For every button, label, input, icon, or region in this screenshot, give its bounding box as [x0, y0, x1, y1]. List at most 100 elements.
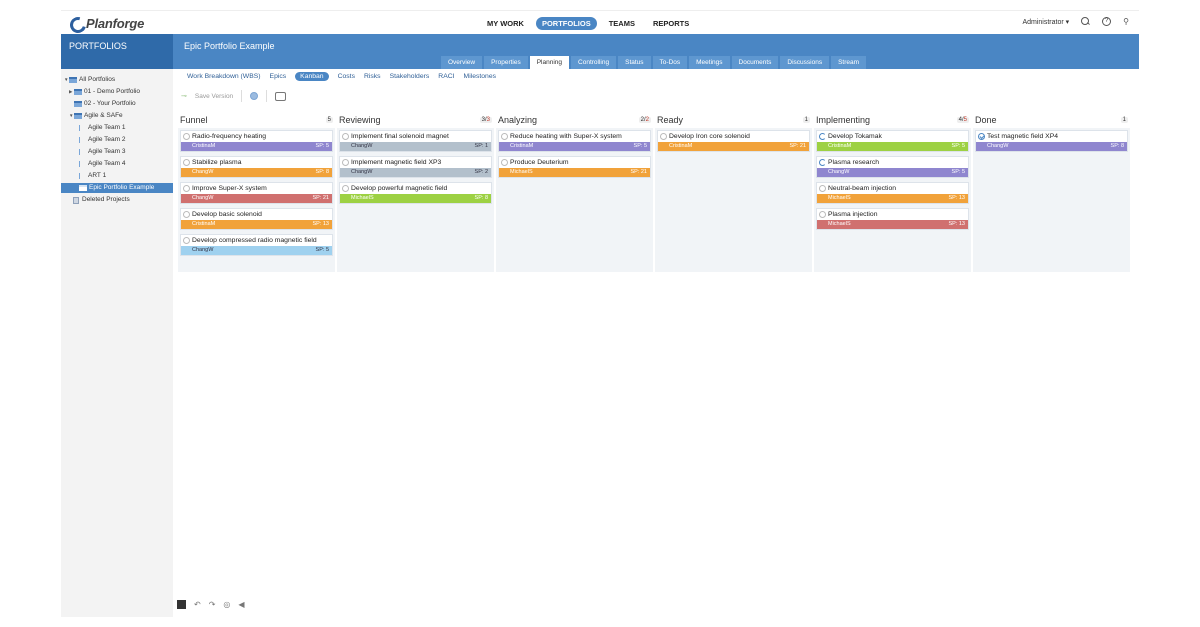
card-title: Implement magnetic field XP3	[351, 159, 442, 166]
story-points: SP: 8	[474, 195, 488, 201]
status-circle-icon[interactable]	[342, 185, 349, 192]
card-assignee: ChangW	[351, 143, 373, 149]
planning-subnav: Work Breakdown (WBS) Epics Kanban Costs …	[187, 72, 496, 81]
sidebar-item-epic-portfolio[interactable]: Epic Portfolio Example	[61, 183, 173, 193]
tab-overview[interactable]: Overview	[441, 56, 483, 69]
status-circle-icon[interactable]	[342, 159, 349, 166]
subnav-stakeholders[interactable]: Stakeholders	[390, 73, 430, 80]
tab-discussions[interactable]: Discussions	[780, 56, 830, 69]
tab-properties[interactable]: Properties	[484, 56, 528, 69]
nav-reports[interactable]: REPORTS	[647, 17, 695, 30]
sidebar-item-agile-team-3[interactable]: Agile Team 3	[79, 147, 125, 157]
sidebar-item-agile-team-1[interactable]: Agile Team 1	[79, 123, 125, 133]
kanban-card[interactable]: Improve Super-X system ChangW SP: 21	[180, 182, 333, 204]
status-circle-icon[interactable]	[183, 185, 190, 192]
user-menu[interactable]: Administrator ▾	[1022, 18, 1069, 26]
redo-icon[interactable]: ↷	[209, 600, 216, 609]
kanban-card[interactable]: Develop powerful magnetic field MichaelS S…	[339, 182, 492, 204]
sidebar-item-deleted-projects[interactable]: Deleted Projects	[73, 195, 130, 205]
send-icon[interactable]: ◀	[238, 600, 244, 609]
kanban-card[interactable]: Develop Iron core solenoid CristinaM SP: 2…	[657, 130, 810, 152]
kanban-card[interactable]: Develop basic solenoid CristinaM SP: 13	[180, 208, 333, 230]
sidebar-item-agile-safe[interactable]: ▼ Agile & SAFe	[69, 111, 123, 121]
status-circle-icon[interactable]	[183, 159, 190, 166]
refresh-icon[interactable]	[819, 159, 826, 166]
subnav-risks[interactable]: Risks	[364, 73, 381, 80]
kanban-card[interactable]: Reduce heating with Super-X system Cristi…	[498, 130, 651, 152]
kanban-card[interactable]: Produce Deuterium MichaelS SP: 21	[498, 156, 651, 178]
card-footer: MichaelS SP: 21	[499, 168, 650, 177]
kanban-card[interactable]: Stabilize plasma ChangW SP: 8	[180, 156, 333, 178]
subnav-milestones[interactable]: Milestones	[464, 73, 497, 80]
kanban-card[interactable]: Radio-frequency heating CristinaM SP: 5	[180, 130, 333, 152]
story-points: SP: 5	[315, 247, 329, 253]
kanban-card[interactable]: Implement magnetic field XP3 ChangW SP: 2	[339, 156, 492, 178]
team-icon	[79, 137, 85, 143]
tab-controlling[interactable]: Controlling	[571, 56, 617, 69]
kanban-card[interactable]: Develop compressed radio magnetic field C…	[180, 234, 333, 256]
card-footer: CristinaM SP: 21	[658, 142, 809, 151]
print-icon[interactable]	[275, 91, 287, 101]
pointer-icon[interactable]	[177, 600, 186, 609]
sidebar-item-agile-team-2[interactable]: Agile Team 2	[79, 135, 125, 145]
target-icon[interactable]: ◎	[223, 600, 230, 609]
sidebar-item-demo-portfolio[interactable]: ▶ 01 - Demo Portfolio	[69, 87, 140, 97]
tab-planning[interactable]: Planning	[529, 56, 570, 69]
column-wip-limit: 3	[486, 117, 490, 123]
project-icon	[79, 185, 87, 191]
status-circle-icon[interactable]	[183, 133, 190, 140]
card-assignee: ChangW	[192, 247, 214, 253]
story-points: SP: 5	[951, 143, 965, 149]
tab-status[interactable]: Status	[618, 56, 651, 69]
tab-todos[interactable]: To-Dos	[652, 56, 688, 69]
subnav-epics[interactable]: Epics	[270, 73, 287, 80]
subnav-raci[interactable]: RACI	[438, 73, 454, 80]
subnav-kanban[interactable]: Kanban	[295, 72, 329, 81]
card-assignee: CristinaM	[192, 221, 216, 227]
in-progress-icon[interactable]	[819, 211, 826, 218]
kanban-card[interactable]: Develop Tokamak CristinaM SP: 5	[816, 130, 969, 152]
info-icon[interactable]	[250, 92, 259, 100]
status-circle-icon[interactable]	[183, 211, 190, 218]
status-circle-icon[interactable]	[342, 133, 349, 140]
in-progress-icon[interactable]	[660, 133, 667, 140]
subnav-wbs[interactable]: Work Breakdown (WBS)	[187, 73, 261, 80]
column-count-badge: 3/3	[479, 117, 492, 123]
nav-teams[interactable]: TEAMS	[603, 17, 641, 30]
status-circle-icon[interactable]	[501, 159, 508, 166]
kanban-card[interactable]: Plasma injection MichaelS SP: 13	[816, 208, 969, 230]
in-progress-icon[interactable]	[819, 185, 826, 192]
key-icon[interactable]: ⚲	[1123, 17, 1129, 26]
story-points: SP: 13	[312, 221, 329, 227]
tab-meetings[interactable]: Meetings	[689, 56, 730, 69]
kanban-card[interactable]: Implement final solenoid magnet ChangW SP:…	[339, 130, 492, 152]
help-icon[interactable]: ?	[1102, 17, 1112, 26]
kanban-toolbar: ⊸ Save Version	[181, 90, 287, 102]
status-circle-icon[interactable]	[501, 133, 508, 140]
kanban-column-done: Done 1 Test magnetic field XP4 ChangW SP: 8	[973, 113, 1130, 272]
logo[interactable]: Planforge	[69, 15, 144, 31]
kanban-card[interactable]: Plasma research ChangW SP: 5	[816, 156, 969, 178]
column-header: Reviewing 3/3	[337, 113, 494, 128]
column-title: Reviewing	[339, 115, 381, 125]
sidebar-item-agile-team-4[interactable]: Agile Team 4	[79, 159, 125, 169]
kanban-card[interactable]: Test magnetic field XP4 ChangW SP: 8	[975, 130, 1128, 152]
kanban-card[interactable]: Neutral-beam injection MichaelS SP: 13	[816, 182, 969, 204]
card-title: Develop Iron core solenoid	[669, 133, 750, 140]
save-version-button[interactable]: Save Version	[195, 93, 233, 100]
card-title: Plasma research	[828, 159, 879, 166]
nav-portfolios[interactable]: PORTFOLIOS	[535, 17, 597, 30]
sidebar-item-your-portfolio[interactable]: 02 - Your Portfolio	[69, 99, 136, 109]
sidebar-item-all-portfolios[interactable]: ▼ All Portfolios	[64, 75, 115, 85]
search-icon[interactable]	[1081, 17, 1090, 26]
refresh-icon[interactable]	[819, 133, 826, 140]
card-footer: MichaelS SP: 8	[340, 194, 491, 203]
tab-documents[interactable]: Documents	[731, 56, 779, 69]
check-circle-icon[interactable]	[978, 133, 985, 140]
sidebar-item-art-1[interactable]: ART 1	[79, 171, 106, 181]
nav-my-work[interactable]: MY WORK	[481, 17, 530, 30]
subnav-costs[interactable]: Costs	[338, 73, 355, 80]
undo-icon[interactable]: ↶	[194, 600, 201, 609]
tab-stream[interactable]: Stream	[831, 56, 867, 69]
status-circle-icon[interactable]	[183, 237, 190, 244]
